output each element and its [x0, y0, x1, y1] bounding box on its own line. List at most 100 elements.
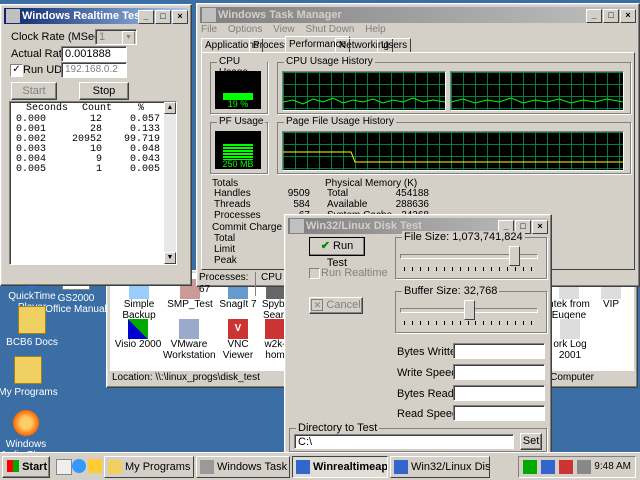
slider-tick: [499, 321, 501, 325]
file-size-slider-thumb[interactable]: [509, 246, 521, 266]
menu-options[interactable]: Options: [228, 24, 262, 35]
stop-button[interactable]: Stop: [79, 82, 129, 100]
task-manager-titlebar[interactable]: Windows Task Manager: [200, 7, 636, 23]
window-title: Windows Task Manager: [218, 9, 342, 21]
taskbar-button-winrealtimeapp[interactable]: Winrealtimeapp: [292, 456, 388, 478]
menu-shutdown[interactable]: Shut Down: [305, 24, 354, 35]
menu-view[interactable]: View: [273, 24, 295, 35]
actual-rate-label: Actual Rate: [11, 48, 68, 60]
pf-usage-meter: 250 MB: [215, 131, 261, 169]
bytes-written-field[interactable]: [453, 343, 545, 359]
column-header-percent: %: [138, 103, 145, 114]
slider-tick: [443, 267, 445, 271]
file-size-label: File Size: 1,073,741,824: [402, 231, 525, 243]
taskbar-button-my-programs[interactable]: My Programs: [104, 456, 194, 478]
desktop-icon-my-programs[interactable]: My Programs: [0, 356, 60, 398]
minimize-button[interactable]: _: [586, 9, 602, 23]
clock[interactable]: 9:48 AM: [594, 461, 631, 472]
quick-launch-bar: [54, 458, 102, 476]
physmem-total-label: Total: [327, 188, 349, 199]
run-realtime-checkbox[interactable]: [309, 268, 320, 279]
cpu-usage-value: 19 %: [227, 99, 249, 109]
folder-icon: [18, 306, 46, 334]
directory-field[interactable]: C:\: [294, 434, 514, 449]
udp-address-field[interactable]: 192.168.0.2: [61, 62, 127, 78]
tray-icon[interactable]: [577, 460, 591, 474]
histogram-list[interactable]: Seconds Count % 0.000 12 0.057 0.001 28 0.133…: [9, 101, 177, 265]
slider-tick: [467, 267, 469, 271]
directory-label: Directory to Test: [296, 422, 380, 434]
physmem-available-value: 288636: [395, 199, 429, 210]
clock-rate-select[interactable]: 1 ▼: [95, 29, 137, 45]
system-tray: 9:48 AM: [518, 456, 636, 478]
cancel-icon: ✕: [311, 299, 324, 311]
menu-file[interactable]: File: [201, 24, 217, 35]
document-icon: [265, 319, 285, 339]
scroll-up-arrow[interactable]: ▲: [164, 102, 176, 114]
slider-tick: [459, 267, 461, 271]
slider-tick: [515, 267, 517, 271]
pf-usage-value: 250 MB: [222, 159, 254, 169]
slider-tick: [419, 267, 421, 271]
maximize-button[interactable]: □: [155, 10, 171, 24]
taskbar-button-disk-test[interactable]: Win32/Linux Disk Test: [390, 456, 490, 478]
read-speed-field[interactable]: [453, 405, 545, 421]
folder-icon: [108, 460, 122, 474]
commit-limit-label: Limit: [214, 244, 236, 255]
threads-value: 584: [293, 199, 310, 210]
app-icon: [296, 460, 310, 474]
totals-group: Totals Handles 9509 Threads 584 Processe…: [210, 178, 314, 221]
app-icon: [394, 460, 408, 474]
vertical-scrollbar[interactable]: ▲ ▼: [164, 102, 176, 264]
run-udp-checkbox[interactable]: ✓: [10, 64, 23, 77]
read-speed-label: Read Speed:: [397, 408, 462, 420]
table-row: 0.000 12 0.057: [10, 114, 162, 125]
tab-users[interactable]: Users: [377, 38, 412, 53]
start-button[interactable]: Start: [2, 456, 50, 478]
column-header-count: Count: [82, 103, 113, 114]
desktop-icon-bcb6-docs[interactable]: BCB6 Docs: [0, 306, 64, 348]
slider-tick: [427, 267, 429, 271]
explorer-item-visio[interactable]: Visio 2000: [113, 319, 163, 350]
slider-tick: [523, 321, 525, 325]
taskbar-button-task-manager[interactable]: Windows Task Manager: [196, 456, 290, 478]
write-speed-field[interactable]: [453, 364, 545, 380]
explorer-item-vnc-viewer[interactable]: V VNC Viewer: [213, 319, 263, 361]
maximize-button[interactable]: □: [603, 9, 619, 23]
explorer-item-work-log[interactable]: ork Log 2001: [549, 319, 591, 361]
desktop-icon-label: BCB6 Docs: [6, 337, 58, 348]
menu-bar: File Options View Shut Down Help: [201, 24, 386, 36]
pf-usage-group: PF Usage 250 MB: [210, 116, 268, 174]
windows-logo-icon: [7, 460, 19, 472]
slider-tick: [404, 321, 405, 325]
set-button[interactable]: Set: [520, 433, 542, 450]
slider-tick: [531, 321, 532, 325]
buffer-size-slider-thumb[interactable]: [463, 300, 475, 320]
bytes-read-field[interactable]: [453, 385, 545, 401]
start-button[interactable]: Start: [11, 82, 57, 100]
slider-tick: [483, 267, 485, 271]
physmem-available-label: Available: [327, 199, 368, 210]
ie-icon[interactable]: [72, 459, 86, 473]
explorer-item-vmware[interactable]: VMware Workstation: [163, 319, 216, 361]
slider-tick: [435, 267, 437, 271]
tray-icon[interactable]: [523, 460, 537, 474]
explorer-icon[interactable]: [88, 459, 102, 473]
commit-charge-label: Commit Charge (K: [212, 222, 295, 233]
pf-history-graph: [282, 131, 624, 171]
realtime-test-window: Windows Realtime Test _ □ × Clock Rate (MS…: [0, 4, 192, 286]
cpu-usage-group: CPU Usage 19 %: [210, 56, 268, 114]
tray-icon[interactable]: [559, 460, 573, 474]
cancel-button[interactable]: ✕ Cancel: [309, 297, 363, 314]
close-button[interactable]: ×: [532, 220, 548, 234]
minimize-button[interactable]: _: [138, 10, 154, 24]
run-test-button[interactable]: ✔ Run Test: [309, 237, 365, 269]
scroll-down-arrow[interactable]: ▼: [164, 252, 176, 264]
tray-icon[interactable]: [541, 460, 555, 474]
desktop-icon[interactable]: [56, 459, 72, 475]
actual-rate-field[interactable]: 0.001888: [61, 46, 127, 62]
slider-tick: [491, 321, 493, 325]
close-button[interactable]: ×: [620, 9, 636, 23]
close-button[interactable]: ×: [172, 10, 188, 24]
menu-help[interactable]: Help: [365, 24, 386, 35]
